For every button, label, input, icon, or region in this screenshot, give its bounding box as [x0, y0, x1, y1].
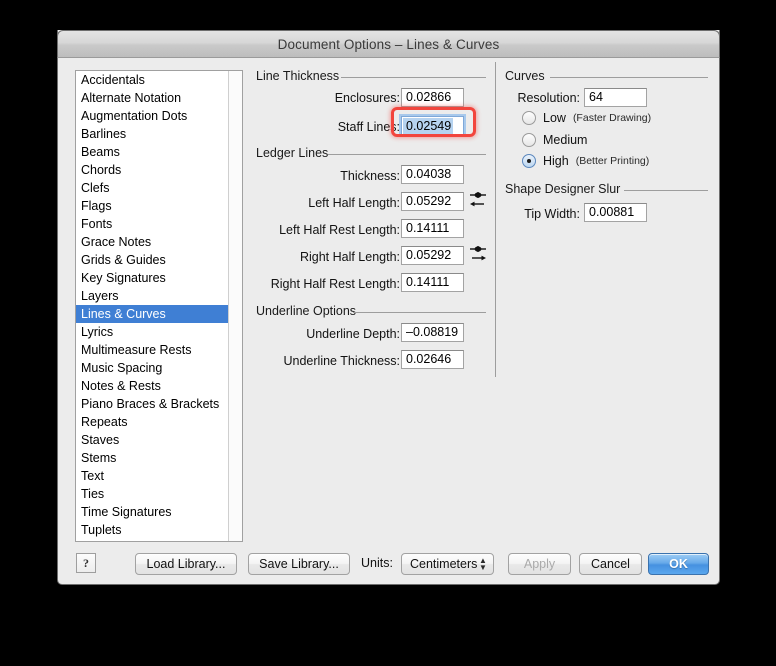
- sidebar-item-chords[interactable]: Chords: [76, 161, 229, 179]
- sidebar-item-piano-braces-brackets[interactable]: Piano Braces & Brackets: [76, 395, 229, 413]
- apply-button[interactable]: Apply: [508, 553, 571, 575]
- group-label-ledger-lines: Ledger Lines: [256, 146, 334, 160]
- group-label-underline-options: Underline Options: [256, 304, 362, 318]
- sidebar-item-ties[interactable]: Ties: [76, 485, 229, 503]
- label-left-half-rest-length: Left Half Rest Length:: [279, 223, 400, 237]
- sidebar-item-key-signatures[interactable]: Key Signatures: [76, 269, 229, 287]
- sidebar-item-accidentals[interactable]: Accidentals: [76, 71, 229, 89]
- radio-option-low[interactable]: Low (Faster Drawing): [522, 111, 651, 125]
- label-staff-lines: Staff Lines:: [337, 120, 400, 134]
- label-underline-thickness: Underline Thickness:: [283, 354, 401, 368]
- group-rule-line-thickness: [341, 77, 486, 78]
- input-tip-width[interactable]: 0.00881: [584, 203, 647, 222]
- group-label-curves: Curves: [505, 69, 550, 83]
- sidebar-item-grids-guides[interactable]: Grids & Guides: [76, 251, 229, 269]
- sidebar-item-lyrics[interactable]: Lyrics: [76, 323, 229, 341]
- label-underline-depth: Underline Depth:: [306, 327, 400, 341]
- group-rule-ledger-lines: [328, 154, 486, 155]
- label-left-half-length: Left Half Length:: [308, 196, 400, 210]
- input-underline-depth[interactable]: –0.08819: [401, 323, 464, 342]
- radio-option-medium[interactable]: Medium: [522, 133, 594, 147]
- sidebar-item-alternate-notation[interactable]: Alternate Notation: [76, 89, 229, 107]
- input-left-half-rest-length[interactable]: 0.14111: [401, 219, 464, 238]
- sidebar-item-lines-curves[interactable]: Lines & Curves: [76, 305, 229, 323]
- radio-medium-icon[interactable]: [522, 133, 536, 147]
- sidebar-item-music-spacing[interactable]: Music Spacing: [76, 359, 229, 377]
- ok-button[interactable]: OK: [648, 553, 709, 575]
- group-label-shape-designer-slur: Shape Designer Slur: [505, 182, 626, 196]
- label-right-half-rest-length: Right Half Rest Length:: [270, 277, 400, 291]
- sidebar-item-tuplets[interactable]: Tuplets: [76, 521, 229, 539]
- input-staff-lines[interactable]: 0.02549: [401, 116, 464, 135]
- group-rule-curves: [550, 77, 708, 78]
- radio-high-label: High: [543, 154, 569, 168]
- sidebar-item-layers[interactable]: Layers: [76, 287, 229, 305]
- group-rule-underline-options: [353, 312, 486, 313]
- label-tip-width: Tip Width:: [524, 207, 580, 221]
- sidebar-item-notes-rests[interactable]: Notes & Rests: [76, 377, 229, 395]
- input-resolution[interactable]: 64: [584, 88, 647, 107]
- units-label: Units:: [361, 556, 393, 570]
- cancel-button[interactable]: Cancel: [579, 553, 642, 575]
- screen: Document Options – Lines & Curves Accide…: [0, 0, 776, 666]
- input-staff-lines-selected-text: 0.02549: [403, 118, 454, 135]
- sidebar-item-beams[interactable]: Beams: [76, 143, 229, 161]
- sidebar-item-multimeasure-rests[interactable]: Multimeasure Rests: [76, 341, 229, 359]
- input-right-half-length[interactable]: 0.05292: [401, 246, 464, 265]
- window-titlebar[interactable]: Document Options – Lines & Curves: [57, 30, 720, 58]
- window-title: Document Options – Lines & Curves: [277, 36, 500, 52]
- sidebar-item-stems[interactable]: Stems: [76, 449, 229, 467]
- label-ledger-thickness: Thickness:: [340, 169, 400, 183]
- sidebar-item-clefs[interactable]: Clefs: [76, 179, 229, 197]
- radio-option-high[interactable]: High (Better Printing): [522, 154, 649, 168]
- input-right-half-rest-length[interactable]: 0.14111: [401, 273, 464, 292]
- sidebar-item-grace-notes[interactable]: Grace Notes: [76, 233, 229, 251]
- sidebar-item-staves[interactable]: Staves: [76, 431, 229, 449]
- sidebar-item-repeats[interactable]: Repeats: [76, 413, 229, 431]
- radio-high-icon[interactable]: [522, 154, 536, 168]
- sidebar-item-barlines[interactable]: Barlines: [76, 125, 229, 143]
- label-enclosures: Enclosures:: [334, 91, 400, 105]
- units-select[interactable]: Centimeters ▲ ▼: [401, 553, 494, 575]
- stepper-arrows-icon: ▲ ▼: [479, 556, 487, 572]
- right-stem-arrow-icon: [468, 244, 488, 264]
- label-right-half-length: Right Half Length:: [299, 250, 400, 264]
- input-underline-thickness[interactable]: 0.02646: [401, 350, 464, 369]
- units-select-value: Centimeters: [410, 557, 478, 571]
- radio-high-note: (Better Printing): [575, 155, 650, 167]
- radio-medium-label: Medium: [543, 133, 588, 147]
- sidebar-item-flags[interactable]: Flags: [76, 197, 229, 215]
- load-library-button[interactable]: Load Library...: [135, 553, 237, 575]
- radio-low-icon[interactable]: [522, 111, 536, 125]
- sidebar-item-time-signatures[interactable]: Time Signatures: [76, 503, 229, 521]
- input-ledger-thickness[interactable]: 0.04038: [401, 165, 464, 184]
- save-library-button[interactable]: Save Library...: [248, 553, 350, 575]
- label-resolution: Resolution:: [517, 91, 580, 105]
- radio-low-note: (Faster Drawing): [572, 112, 652, 124]
- help-button[interactable]: ?: [76, 553, 96, 573]
- group-rule-shape-designer-slur: [624, 190, 708, 191]
- radio-low-label: Low: [543, 111, 566, 125]
- category-list-items[interactable]: Accidentals Alternate Notation Augmentatio…: [76, 71, 229, 541]
- category-list-scrollbar[interactable]: [228, 71, 242, 541]
- sidebar-item-augmentation-dots[interactable]: Augmentation Dots: [76, 107, 229, 125]
- dialog-footer: ? Load Library... Save Library... Units:…: [58, 548, 719, 584]
- sidebar-item-text[interactable]: Text: [76, 467, 229, 485]
- group-label-line-thickness: Line Thickness: [256, 69, 345, 83]
- sidebar-item-fonts[interactable]: Fonts: [76, 215, 229, 233]
- category-list[interactable]: Accidentals Alternate Notation Augmentatio…: [75, 70, 243, 542]
